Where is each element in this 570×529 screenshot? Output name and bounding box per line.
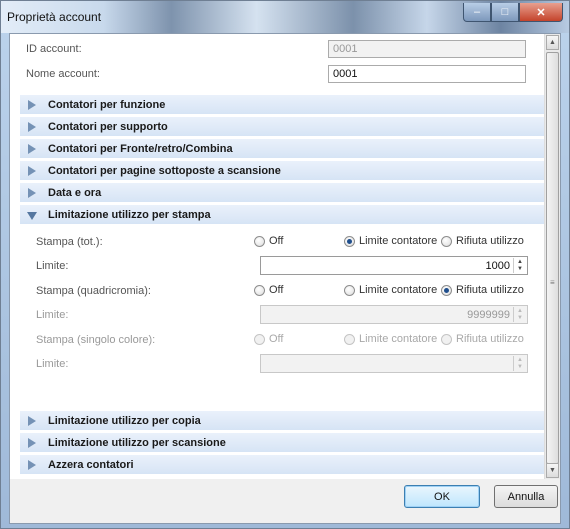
section-title: Contatori per funzione	[48, 99, 166, 111]
section-title: Limitazione utilizzo per scansione	[48, 437, 226, 449]
expand-arrow-icon	[28, 144, 36, 154]
print-mono-off-radio: Off	[254, 333, 283, 345]
section-title: Limitazione utilizzo per stampa	[48, 209, 211, 221]
print-color-limit-spinner: 9999999 ▲ ▼	[260, 305, 528, 324]
limit-value: 1000	[485, 260, 510, 272]
maximize-icon[interactable]: □	[491, 3, 519, 22]
expand-arrow-icon	[28, 460, 36, 470]
print-color-limit-radio[interactable]: Limite contatore	[344, 284, 437, 296]
limit-value: 9999999	[467, 309, 510, 321]
section-counters-duplex-combine[interactable]: Contatori per Fronte/retro/Combina	[20, 139, 544, 159]
section-counters-by-media[interactable]: Contatori per supporto	[20, 117, 544, 137]
spinner-arrows-icon[interactable]: ▲ ▼	[513, 258, 526, 273]
dialog-client-area: ID account: 0001 Nome account: 0001 Cont…	[9, 33, 561, 524]
print-mono-row: Stampa (singolo colore): Off Limite cont…	[20, 328, 544, 351]
radio-icon	[254, 235, 265, 247]
print-mono-limit-radio: Limite contatore	[344, 333, 437, 345]
account-name-row: Nome account: 0001	[10, 63, 544, 86]
print-color-row: Stampa (quadricromia): Off Limite contat…	[20, 279, 544, 302]
print-total-label: Stampa (tot.):	[36, 236, 103, 248]
window-title: Proprietà account	[7, 10, 102, 24]
print-total-off-radio[interactable]: Off	[254, 235, 283, 247]
expand-arrow-icon	[28, 188, 36, 198]
section-print-usage-limits[interactable]: Limitazione utilizzo per stampa	[20, 205, 544, 225]
section-title: Data e ora	[48, 187, 102, 199]
radio-icon	[441, 235, 452, 247]
radio-icon	[254, 333, 265, 345]
section-counters-scanned-pages[interactable]: Contatori per pagine sottoposte a scansi…	[20, 161, 544, 181]
section-copy-usage-limits[interactable]: Limitazione utilizzo per copia	[20, 411, 544, 431]
section-title: Contatori per pagine sottoposte a scansi…	[48, 165, 281, 177]
minimize-icon[interactable]: ‒	[463, 3, 491, 22]
expand-arrow-icon	[28, 416, 36, 426]
expand-arrow-icon	[28, 100, 36, 110]
limit-label: Limite:	[36, 260, 69, 272]
limit-label: Limite:	[36, 309, 69, 321]
print-total-row: Stampa (tot.): Off Limite contatore Rifi…	[20, 230, 544, 253]
print-color-label: Stampa (quadricromia):	[36, 285, 151, 297]
section-scan-usage-limits[interactable]: Limitazione utilizzo per scansione	[20, 433, 544, 453]
radio-icon	[344, 284, 355, 296]
print-color-limit-row: Limite: 9999999 ▲ ▼	[20, 303, 544, 326]
account-id-field: 0001	[328, 40, 526, 58]
radio-icon	[344, 333, 355, 345]
account-id-row: ID account: 0001	[10, 38, 544, 61]
collapse-arrow-icon	[27, 212, 37, 220]
print-mono-label: Stampa (singolo colore):	[36, 334, 156, 346]
ok-button[interactable]: OK	[404, 485, 480, 508]
print-total-limit-row: Limite: 1000 ▲ ▼	[20, 254, 544, 277]
radio-selected-icon	[441, 284, 452, 296]
print-total-limit-radio[interactable]: Limite contatore	[344, 235, 437, 247]
expand-arrow-icon	[28, 122, 36, 132]
radio-icon	[441, 333, 452, 345]
print-color-off-radio[interactable]: Off	[254, 284, 283, 296]
radio-icon	[254, 284, 265, 296]
account-id-label: ID account:	[26, 43, 82, 55]
expand-arrow-icon	[28, 438, 36, 448]
section-counters-by-function[interactable]: Contatori per funzione	[20, 95, 544, 115]
spinner-arrows-icon: ▲ ▼	[513, 356, 526, 371]
section-date-time[interactable]: Data e ora	[20, 183, 544, 203]
print-mono-limit-row: Limite: ▲ ▼	[20, 352, 544, 375]
title-bar[interactable]: Proprietà account ‒ □ ✕	[1, 1, 569, 33]
window-controls: ‒ □ ✕	[463, 3, 563, 22]
print-total-deny-radio[interactable]: Rifiuta utilizzo	[441, 235, 524, 247]
scroll-thumb[interactable]: ≡	[546, 52, 559, 464]
cancel-button[interactable]: Annulla	[494, 485, 558, 508]
radio-selected-icon	[344, 235, 355, 247]
limit-label: Limite:	[36, 358, 69, 370]
section-title: Contatori per Fronte/retro/Combina	[48, 143, 233, 155]
print-mono-limit-spinner: ▲ ▼	[260, 354, 528, 373]
section-title: Contatori per supporto	[48, 121, 168, 133]
account-properties-window: Proprietà account ‒ □ ✕ ID account: 0001…	[0, 0, 570, 529]
account-name-label: Nome account:	[26, 68, 100, 80]
print-total-limit-spinner[interactable]: 1000 ▲ ▼	[260, 256, 528, 275]
print-color-deny-radio[interactable]: Rifiuta utilizzo	[441, 284, 524, 296]
scroll-down-icon[interactable]: ▼	[546, 463, 559, 478]
vertical-scrollbar[interactable]: ▲ ≡ ▼	[544, 34, 560, 479]
section-reset-counters[interactable]: Azzera contatori	[20, 455, 544, 475]
scroll-up-icon[interactable]: ▲	[546, 35, 559, 50]
section-title: Azzera contatori	[48, 459, 134, 471]
close-icon[interactable]: ✕	[519, 3, 563, 22]
section-title: Limitazione utilizzo per copia	[48, 415, 201, 427]
expand-arrow-icon	[28, 166, 36, 176]
account-name-field[interactable]: 0001	[328, 65, 526, 83]
print-mono-deny-radio: Rifiuta utilizzo	[441, 333, 524, 345]
grip-icon: ≡	[550, 278, 555, 287]
spinner-arrows-icon: ▲ ▼	[513, 307, 526, 322]
properties-panel: ID account: 0001 Nome account: 0001 Cont…	[10, 34, 544, 479]
